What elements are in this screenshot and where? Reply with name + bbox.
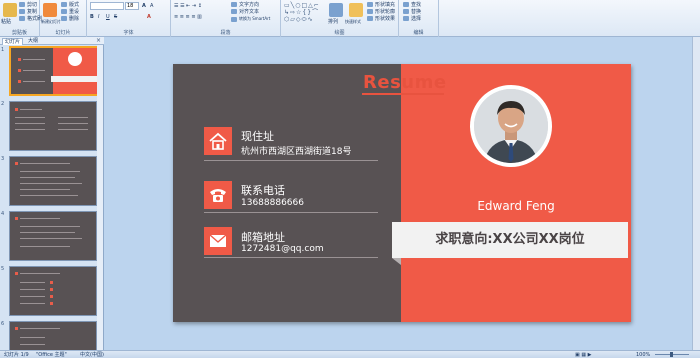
profile-photo[interactable]: [470, 85, 552, 167]
thumb-number: 4: [1, 211, 5, 217]
font-name-field[interactable]: [90, 2, 124, 10]
phone-label[interactable]: 联系电话: [241, 182, 285, 198]
copy-button[interactable]: 复制: [19, 9, 37, 15]
zoom-level[interactable]: 100%: [636, 352, 650, 358]
font-color-icon[interactable]: A: [147, 14, 151, 20]
divider: [204, 212, 378, 213]
reset-button[interactable]: 重设: [61, 9, 79, 15]
format-painter-button[interactable]: 格式刷: [19, 16, 42, 22]
slides-group-label: 幻灯片: [55, 30, 71, 36]
avatar: [474, 89, 548, 163]
banner-fold: [392, 258, 401, 265]
vertical-scrollbar[interactable]: [692, 37, 700, 350]
font-group-label: 字体: [123, 30, 134, 36]
slide-thumbnail-2[interactable]: [9, 101, 97, 151]
thumb-number: 2: [1, 101, 5, 107]
italic-icon[interactable]: I: [98, 14, 99, 20]
slide-count: 幻灯片 1/9: [4, 352, 29, 358]
phone-value[interactable]: 13688886666: [241, 198, 304, 208]
slide-thumbnail-6[interactable]: [9, 321, 97, 350]
paste-button[interactable]: 粘贴: [1, 19, 11, 25]
text-direction-button[interactable]: 文字方向: [231, 2, 259, 8]
paste-icon[interactable]: [3, 3, 17, 17]
paragraph-group: ☰ ☰ ⇤ ⇥ ↕ ≡ ≡ ≡ ≡ ▥ 文字方向 对齐文本 转换为 SmartA…: [171, 0, 281, 37]
arrange-icon[interactable]: [329, 3, 343, 17]
title-underline: [362, 93, 444, 95]
slide-thumbnail-5[interactable]: [9, 266, 97, 316]
status-bar: 幻灯片 1/9 "Office 主题" 中文(中国) ▣ ▦ ▶ 100%: [0, 350, 700, 358]
font-group: 18 A A B I U S A 字体: [87, 0, 171, 37]
email-icon: [204, 227, 232, 255]
replace-button[interactable]: 替换: [403, 9, 421, 15]
font-size-field[interactable]: 18: [125, 2, 139, 10]
email-label[interactable]: 邮箱地址: [241, 229, 285, 245]
candidate-name[interactable]: Edward Feng: [401, 199, 631, 213]
align-icons[interactable]: ≡ ≡ ≡ ≡ ▥: [174, 14, 202, 20]
ribbon: 粘贴 剪切 复制 格式刷 剪贴板 新建幻灯片 版式 重设 删除 幻灯片 18 A…: [0, 0, 700, 37]
quick-styles-icon[interactable]: [349, 3, 363, 17]
email-value[interactable]: 1272481@qq.com: [241, 244, 324, 254]
shape-fill-button[interactable]: 形状填充: [367, 2, 395, 8]
select-button[interactable]: 选择: [403, 16, 421, 22]
bullets-icon[interactable]: ☰ ☰ ⇤ ⇥ ↕: [174, 3, 202, 9]
slide-canvas[interactable]: Resume 现住址 杭州市西湖区西湖街道18号 联系电话 1368888666…: [173, 64, 631, 322]
thumb-number: 5: [1, 266, 5, 272]
slide-thumbnail-4[interactable]: [9, 211, 97, 261]
address-value[interactable]: 杭州市西湖区西湖街道18号: [241, 144, 351, 157]
panel-scrollbar[interactable]: [97, 45, 103, 350]
paragraph-group-label: 段落: [220, 30, 231, 36]
tab-outline[interactable]: 大纲: [26, 38, 40, 45]
shapes-gallery-icon[interactable]: ▭╲○□△⌐ ↳⇨☆{}⌒ ⬡▱◇⬭∿: [284, 2, 324, 24]
drawing-group: ▭╲○□△⌐ ↳⇨☆{}⌒ ⬡▱◇⬭∿ 排列 快速样式 形状填充 形状轮廓 形状效果…: [281, 0, 399, 37]
new-slide-button[interactable]: 新建幻灯片: [41, 19, 61, 25]
layout-button[interactable]: 版式: [61, 2, 79, 8]
clipboard-group: 粘贴 剪切 复制 格式刷 剪贴板: [0, 0, 42, 37]
slides-group: 新建幻灯片 版式 重设 删除 幻灯片: [40, 0, 87, 37]
shape-outline-button[interactable]: 形状轮廓: [367, 9, 395, 15]
thumb-number: 1: [1, 47, 5, 53]
delete-button[interactable]: 删除: [61, 16, 79, 22]
resume-title[interactable]: Resume: [363, 72, 447, 93]
theme-name: "Office 主题": [36, 352, 67, 358]
slide-panel: 幻灯片 大纲 × 1 2 3 4 5 6: [0, 37, 104, 350]
thumb-number: 3: [1, 156, 5, 162]
telephone-icon: [204, 181, 232, 209]
clipboard-group-label: 剪贴板: [11, 30, 27, 36]
job-intent[interactable]: 求职意向:XX公司XX岗位: [392, 222, 628, 258]
view-buttons[interactable]: ▣ ▦ ▶: [575, 352, 591, 358]
thumb-number: 6: [1, 321, 5, 327]
quick-styles-button[interactable]: 快速样式: [345, 19, 361, 25]
bold-icon[interactable]: B: [90, 14, 94, 20]
strikethrough-icon[interactable]: S: [114, 14, 117, 20]
shape-effects-button[interactable]: 形状效果: [367, 16, 395, 22]
slide-thumbnail-1[interactable]: [9, 46, 97, 96]
home-icon: [204, 127, 232, 155]
arrange-button[interactable]: 排列: [328, 19, 338, 25]
panel-tabs: 幻灯片 大纲 ×: [0, 37, 104, 45]
editing-group: 查找 替换 选择 编辑: [399, 0, 439, 37]
drawing-group-label: 绘图: [334, 30, 345, 36]
grow-font-icon[interactable]: A: [142, 3, 146, 9]
language: 中文(中国): [80, 352, 104, 358]
align-text-button[interactable]: 对齐文本: [231, 9, 259, 15]
smartart-button[interactable]: 转换为 SmartArt: [231, 16, 270, 22]
address-label[interactable]: 现住址: [241, 128, 274, 144]
cut-button[interactable]: 剪切: [19, 2, 37, 8]
shrink-font-icon[interactable]: A: [150, 3, 153, 9]
find-button[interactable]: 查找: [403, 2, 421, 8]
editing-group-label: 编辑: [413, 30, 424, 36]
slide-thumbnail-3[interactable]: [9, 156, 97, 206]
divider: [204, 257, 378, 258]
zoom-slider-handle[interactable]: [670, 352, 673, 357]
tab-slides[interactable]: 幻灯片: [2, 38, 24, 45]
underline-icon[interactable]: U: [106, 14, 110, 20]
new-slide-icon[interactable]: [43, 3, 57, 17]
divider: [204, 160, 378, 161]
close-icon[interactable]: ×: [96, 37, 101, 44]
